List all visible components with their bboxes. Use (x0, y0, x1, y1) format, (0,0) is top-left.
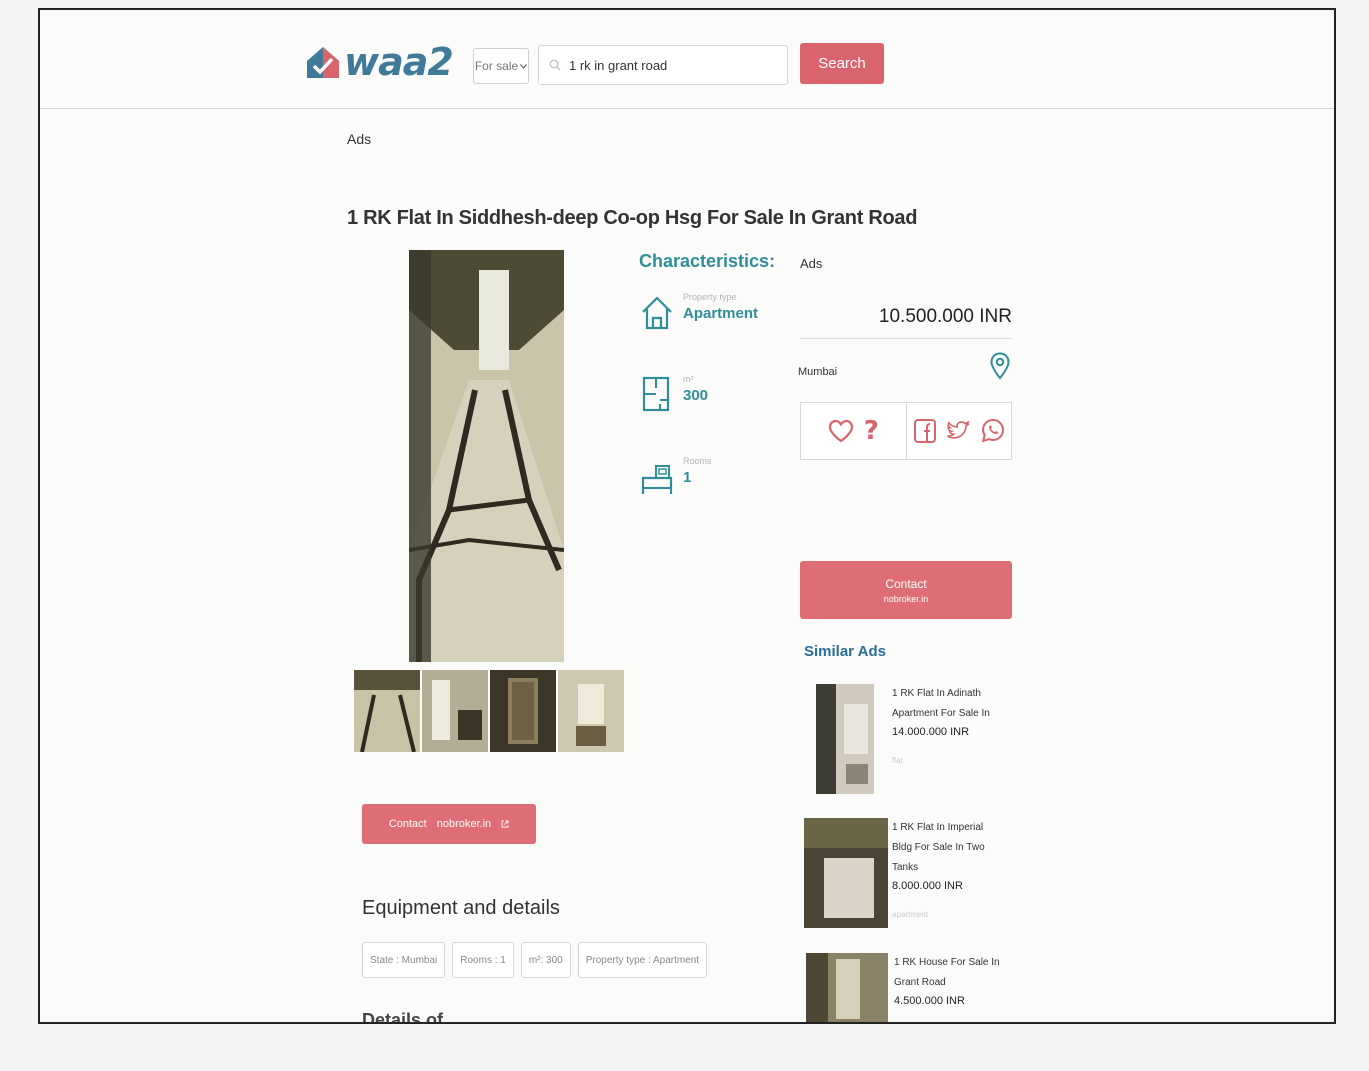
chip-state: State : Mumbai (362, 942, 446, 978)
characteristic-property-type-text: Property type Apartment (683, 292, 758, 322)
characteristics-title: Characteristics: (639, 251, 776, 271)
logo[interactable]: waa2 (306, 40, 454, 84)
map-pin-icon[interactable] (990, 352, 1010, 385)
contact-button-large[interactable]: Contact nobroker.in (800, 561, 1012, 619)
action-box: ? (800, 402, 1012, 460)
thumbnail-4[interactable] (558, 670, 624, 752)
similar-ads-title: Similar Ads (804, 643, 886, 660)
browser-page: waa2 For sale Search Ads 1 RK Flat In Si… (38, 8, 1336, 1024)
thumbnail-1[interactable] (354, 670, 420, 752)
bed-icon (641, 465, 673, 494)
characteristic-rooms: Rooms 1 (640, 456, 712, 496)
facebook-icon[interactable] (913, 417, 937, 445)
equipment-title: Equipment and details (362, 897, 560, 919)
chip-area: m²: 300 (520, 942, 571, 978)
logo-house-icon (307, 47, 339, 78)
characteristic-value: Apartment (683, 305, 759, 322)
ads-label-right: Ads (800, 256, 823, 271)
similar-ad-1-image (816, 684, 874, 794)
sale-type-select[interactable]: For sale (473, 48, 529, 84)
house-icon (642, 296, 672, 330)
similar-ad-name: 1 RK House For Sale In Grant Road (894, 957, 1000, 988)
contact-label: Contact (885, 576, 927, 591)
search-input[interactable] (567, 56, 771, 74)
main-photo[interactable] (409, 250, 564, 662)
similar-ad-price: 8.000.000 INR (892, 880, 963, 892)
search-button[interactable]: Search (800, 43, 884, 84)
thumbnail-4-image (558, 670, 624, 752)
characteristic-label: Rooms (683, 456, 712, 466)
similar-ad-3-image (806, 953, 888, 1022)
similar-ad-price: 14.000.000 INR (892, 726, 970, 738)
external-link-icon (501, 820, 509, 828)
characteristic-area: m² 300 (640, 374, 708, 414)
listing-price: 10.500.000 INR (800, 306, 1012, 339)
similar-ad-name: 1 RK Flat In Adinath Apartment For Sale … (892, 688, 990, 719)
sale-type-value: For sale (474, 59, 519, 73)
similar-ad-image (804, 818, 888, 928)
contact-button-small[interactable]: Contact nobroker.in (362, 804, 536, 844)
listing-city: Mumbai (798, 366, 838, 378)
similar-ad-3[interactable]: 1 RK House For Sale In Grant Road 4.500.… (806, 953, 1004, 1022)
characteristic-value: 1 (683, 469, 692, 486)
characteristic-label: Property type (683, 292, 737, 302)
contact-source: nobroker.in (883, 593, 929, 604)
heart-icon[interactable] (828, 419, 854, 443)
thumbnail-3[interactable] (490, 670, 556, 752)
similar-ad-3-info: 1 RK House For Sale In Grant Road 4.500.… (894, 953, 1004, 1022)
logo-text: waa2 (344, 40, 454, 84)
search-box[interactable] (538, 45, 788, 85)
similar-ad-2[interactable]: 1 RK Flat In Imperial Bldg For Sale In T… (804, 818, 1002, 928)
search-icon (549, 59, 561, 71)
chip-rooms: Rooms : 1 (452, 942, 514, 978)
thumbnail-strip (354, 670, 624, 752)
details-title: Details of (362, 1010, 444, 1024)
similar-ad-1[interactable]: 1 RK Flat In Adinath Apartment For Sale … (816, 684, 1002, 794)
similar-ad-2-image (804, 818, 888, 928)
floorplan-icon (642, 376, 670, 412)
whatsapp-icon[interactable] (981, 418, 1005, 444)
characteristic-area-text: m² 300 (683, 374, 708, 404)
similar-ad-image (816, 684, 874, 794)
listing-title: 1 RK Flat In Siddhesh-deep Co-op Hsg For… (347, 207, 918, 229)
thumbnail-2[interactable] (422, 670, 488, 752)
similar-ad-type: apartment (892, 910, 929, 919)
similar-ad-image (806, 953, 888, 1022)
similar-ad-price: 4.500.000 INR (894, 995, 965, 1007)
corridor-photo (409, 250, 564, 662)
ads-label-top: Ads (347, 131, 372, 147)
characteristic-rooms-text: Rooms 1 (683, 456, 712, 486)
similar-ad-name: 1 RK Flat In Imperial Bldg For Sale In T… (892, 822, 985, 873)
twitter-icon[interactable] (946, 419, 971, 443)
thumbnail-1-image (354, 670, 420, 752)
equipment-chips: State : Mumbai Rooms : 1 m²: 300 Propert… (362, 942, 708, 978)
thumbnail-3-image (490, 670, 556, 752)
similar-ad-2-info: 1 RK Flat In Imperial Bldg For Sale In T… (892, 818, 1002, 928)
similar-ad-1-info: 1 RK Flat In Adinath Apartment For Sale … (892, 684, 1002, 794)
characteristic-value: 300 (683, 387, 709, 404)
contact-source: nobroker.in (436, 818, 492, 830)
contact-label: Contact (388, 818, 427, 830)
top-bar: waa2 For sale Search (40, 10, 1334, 109)
map-pin-shape (990, 352, 1010, 380)
question-icon[interactable]: ? (864, 416, 879, 446)
favorite-report-group: ? (801, 403, 906, 459)
chip-property-type: Property type : Apartment (577, 942, 708, 978)
similar-ad-type: flat (892, 756, 903, 765)
characteristic-property-type: Property type Apartment (640, 292, 758, 332)
chevron-down-icon (520, 63, 528, 69)
characteristic-label: m² (683, 374, 694, 384)
share-group (905, 403, 1012, 459)
thumbnail-2-image (422, 670, 488, 752)
